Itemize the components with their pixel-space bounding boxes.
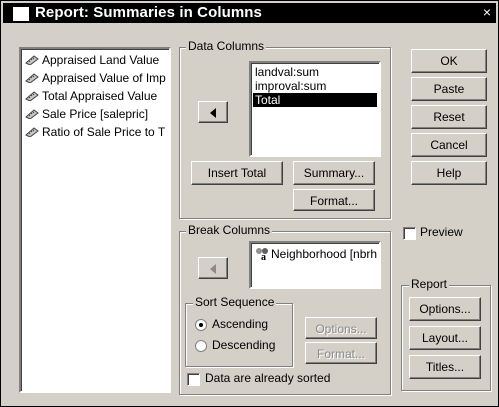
ruler-icon: [25, 109, 39, 119]
ruler-icon: [25, 55, 39, 65]
arrow-left-icon: [210, 108, 216, 118]
variable-item[interactable]: Appraised Land Value: [25, 51, 159, 69]
insert-total-button[interactable]: Insert Total: [191, 161, 283, 185]
ascending-label[interactable]: Ascending: [212, 317, 268, 331]
report-titles-button[interactable]: Titles...: [409, 355, 481, 379]
window-icon: [13, 7, 29, 21]
nominal-variable-icon: a: [256, 248, 268, 263]
data-columns-label: Data Columns: [186, 39, 267, 53]
variable-label: Sale Price [salepric]: [42, 107, 149, 121]
descending-radio[interactable]: [195, 340, 207, 352]
move-to-break-columns-button[interactable]: [198, 257, 228, 279]
title-bar[interactable]: Report: Summaries in Columns ×: [3, 3, 496, 23]
data-column-item-selected[interactable]: Total: [253, 93, 377, 107]
close-icon[interactable]: ×: [480, 4, 494, 20]
ok-button[interactable]: OK: [411, 49, 487, 73]
window-title: Report: Summaries in Columns: [35, 4, 263, 21]
data-format-button[interactable]: Format...: [293, 189, 375, 211]
data-columns-list[interactable]: landval:sum improval:sum Total: [249, 61, 381, 157]
variable-label: Appraised Land Value: [42, 53, 160, 67]
break-columns-list[interactable]: a Neighborhood [nbrh: [249, 241, 381, 289]
data-column-item[interactable]: improval:sum: [253, 79, 328, 93]
already-sorted-label[interactable]: Data are already sorted: [205, 371, 330, 385]
variable-label: Total Appraised Value: [42, 89, 158, 103]
summary-button[interactable]: Summary...: [293, 161, 375, 185]
report-dialog: Report: Summaries in Columns × Appraised…: [0, 0, 499, 407]
sort-sequence-group: [185, 303, 293, 367]
variable-item[interactable]: Total Appraised Value: [25, 87, 157, 105]
preview-checkbox[interactable]: [403, 227, 416, 240]
help-button[interactable]: Help: [411, 161, 487, 185]
preview-label[interactable]: Preview: [420, 225, 463, 239]
ruler-icon: [25, 127, 39, 137]
variable-item[interactable]: Ratio of Sale Price to T: [25, 123, 165, 141]
move-to-data-columns-button[interactable]: [198, 101, 228, 123]
data-column-item[interactable]: landval:sum: [253, 65, 321, 79]
ascending-radio[interactable]: [195, 319, 207, 331]
report-group-label: Report: [409, 277, 450, 291]
report-options-button[interactable]: Options...: [409, 297, 481, 321]
paste-button[interactable]: Paste: [411, 77, 487, 101]
variable-list[interactable]: Appraised Land Value Appraised Value of …: [19, 47, 171, 393]
ruler-icon: [25, 73, 39, 83]
descending-label[interactable]: Descending: [212, 338, 275, 352]
variable-item[interactable]: Appraised Value of Imp: [25, 69, 166, 87]
break-column-item[interactable]: a Neighborhood [nbrh: [253, 245, 379, 263]
variable-label: Ratio of Sale Price to T: [42, 125, 166, 139]
break-columns-label: Break Columns: [186, 223, 273, 237]
break-format-button[interactable]: Format...: [305, 342, 377, 364]
arrow-left-icon: [210, 264, 216, 274]
report-layout-button[interactable]: Layout...: [409, 326, 481, 350]
reset-button[interactable]: Reset: [411, 105, 487, 129]
already-sorted-checkbox[interactable]: [187, 373, 200, 386]
svg-text:a: a: [261, 252, 266, 261]
variable-label: Appraised Value of Imp: [42, 71, 166, 85]
sort-sequence-label: Sort Sequence: [193, 295, 277, 309]
ruler-icon: [25, 91, 39, 101]
cancel-button[interactable]: Cancel: [411, 133, 487, 157]
variable-item[interactable]: Sale Price [salepric]: [25, 105, 148, 123]
break-options-button[interactable]: Options...: [305, 317, 377, 339]
